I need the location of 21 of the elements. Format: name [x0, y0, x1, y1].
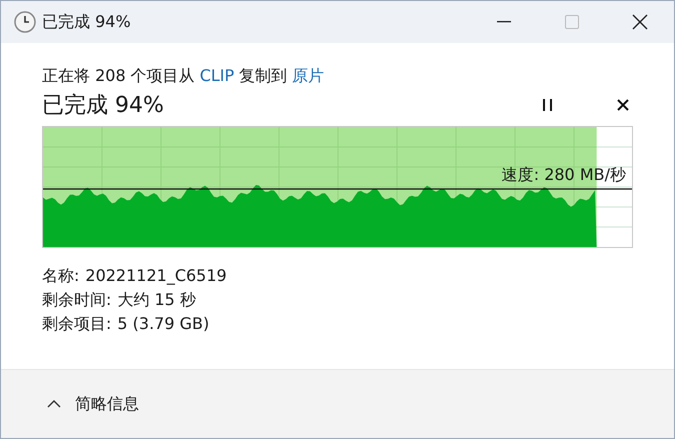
folder-link[interactable]: 原片 — [292, 65, 324, 87]
speed-label: 速度: 280 MB/秒 — [502, 164, 626, 186]
detail-label: 剩余项目: — [42, 313, 112, 335]
detail-label: 剩余时间: — [42, 289, 112, 311]
chevron-up-icon — [47, 400, 61, 408]
pause-icon — [542, 99, 552, 111]
clock-icon — [14, 11, 36, 33]
detail-value: 20221121_C6519 — [85, 265, 227, 287]
minimize-icon — [497, 21, 511, 23]
detail-label: 名称: — [42, 265, 80, 287]
maximize-icon — [565, 15, 579, 29]
copy-description: 正在将 208 个项目从 — [42, 65, 195, 87]
copy-description: 复制到 — [239, 65, 288, 87]
folder-link[interactable]: CLIP — [200, 65, 234, 87]
window-title: 已完成 94% — [42, 11, 131, 33]
details-toggle[interactable]: 简略信息 — [47, 392, 139, 416]
close-icon — [632, 14, 648, 30]
detail-value: 大约 15 秒 — [117, 289, 196, 311]
close-icon — [617, 99, 629, 111]
detail-value: 5 (3.79 GB) — [117, 313, 210, 335]
progress-heading: 已完成 94% — [42, 92, 164, 120]
